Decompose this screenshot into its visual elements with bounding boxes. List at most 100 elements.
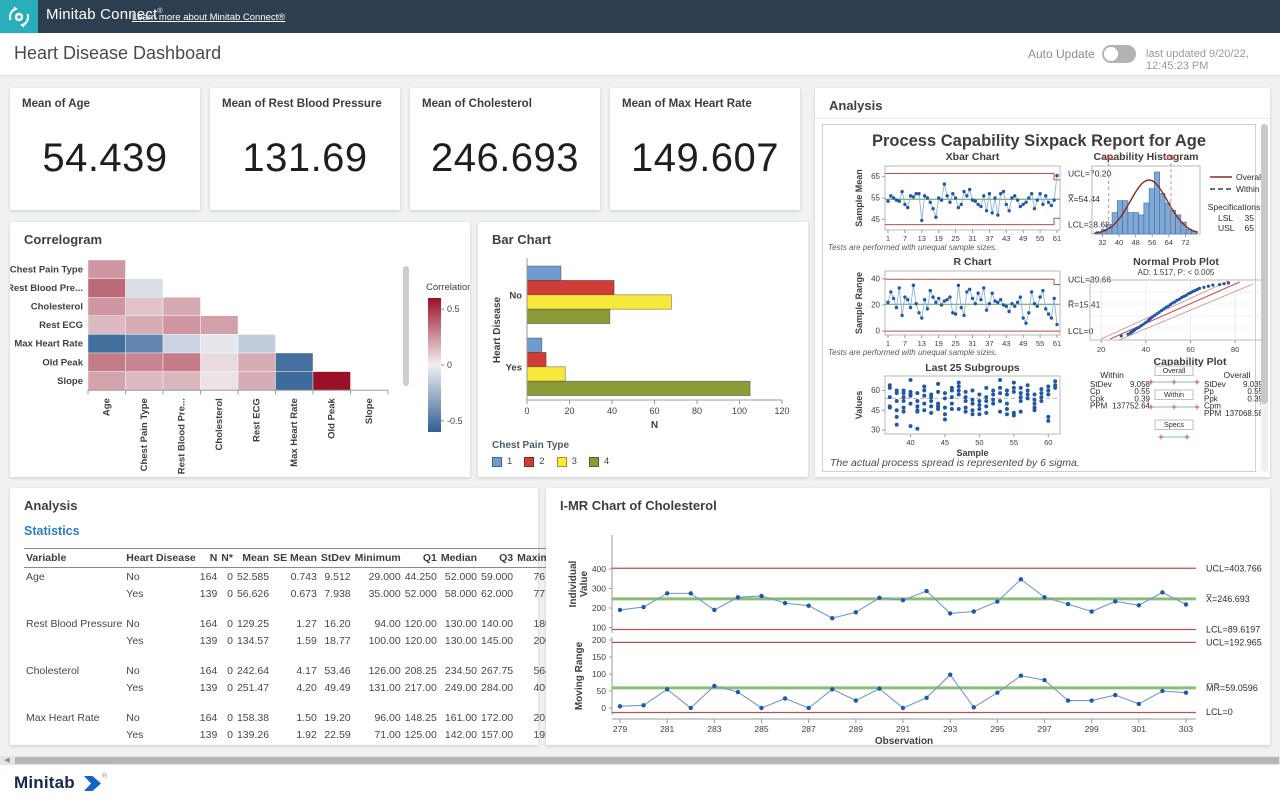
svg-text:64: 64 xyxy=(1165,238,1173,247)
statistics-link[interactable]: Statistics xyxy=(24,524,80,538)
table-cell: 94.00 xyxy=(353,615,403,632)
legend-swatch xyxy=(589,457,599,467)
page-title: Heart Disease Dashboard xyxy=(14,43,221,64)
svg-text:Sample Mean: Sample Mean xyxy=(854,169,864,227)
svg-text:1: 1 xyxy=(886,234,890,243)
scrollbar-thumb[interactable] xyxy=(15,757,1279,764)
kpi-value: 246.693 xyxy=(410,136,600,181)
table-cell: 129.25 xyxy=(235,615,271,632)
table-cell: 142.00 xyxy=(439,726,479,743)
table-cell: 217.00 xyxy=(403,679,439,696)
svg-text:Within: Within xyxy=(1100,370,1124,380)
table-cell: 4.20 xyxy=(271,679,319,696)
svg-text:No: No xyxy=(509,290,522,301)
table-cell: Yes xyxy=(124,632,197,649)
kpi-card-mean-max-hr: Mean of Max Heart Rate 149.607 xyxy=(610,88,800,210)
statistics-table-wrap: VariableHeart DiseaseNN*MeanSE MeanStDev… xyxy=(24,548,526,743)
svg-text:R̅=15.41: R̅=15.41 xyxy=(1068,299,1101,309)
svg-text:LCL=38.68: LCL=38.68 xyxy=(1068,220,1110,230)
svg-text:X̅=246.693: X̅=246.693 xyxy=(1206,594,1250,604)
table-cell: 4.17 xyxy=(271,662,319,679)
table-cell: 0.743 xyxy=(271,568,319,586)
legend-swatch xyxy=(492,457,502,467)
table-cell: 49.49 xyxy=(319,679,353,696)
legend-label: 4 xyxy=(604,456,609,467)
scrollbar-thumb[interactable] xyxy=(1261,124,1268,404)
table-cell: 44.250 xyxy=(403,568,439,586)
table-cell: 139 xyxy=(198,726,220,743)
table-cell: 1.27 xyxy=(271,615,319,632)
svg-text:60: 60 xyxy=(871,386,880,395)
svg-text:20: 20 xyxy=(871,300,880,309)
table-cell: 157.00 xyxy=(479,726,515,743)
svg-text:25: 25 xyxy=(951,339,959,348)
minitab-connect-logo[interactable] xyxy=(0,0,38,33)
table-cell xyxy=(24,726,124,743)
sixpack-report-chart: Process Capability Sixpack Report for Ag… xyxy=(822,124,1262,472)
scrollbar-thumb[interactable] xyxy=(403,266,409,386)
svg-text:Within: Within xyxy=(1164,390,1184,399)
divider xyxy=(815,118,1270,119)
legend-label: 3 xyxy=(572,456,577,467)
svg-text:200: 200 xyxy=(592,635,606,645)
svg-text:289: 289 xyxy=(849,724,863,734)
svg-text:Xbar Chart: Xbar Chart xyxy=(946,151,1000,163)
correlogram-heatmap: Chest Pain TypeRest Blood Pre...Choleste… xyxy=(10,250,470,475)
panel-correlogram: Correlogram Chest Pain TypeRest Blood Pr… xyxy=(10,222,470,477)
svg-text:N: N xyxy=(651,420,658,431)
last-updated-text: last updated 9/20/22, 12:45:23 PM xyxy=(1146,48,1280,72)
scroll-left-arrow[interactable]: ◀ xyxy=(0,756,14,765)
auto-update-toggle[interactable] xyxy=(1102,45,1136,63)
svg-text:X̿=54.44: X̿=54.44 xyxy=(1068,193,1100,204)
svg-text:61: 61 xyxy=(1053,339,1061,348)
svg-text:13: 13 xyxy=(918,339,926,348)
svg-text:UCL=403.766: UCL=403.766 xyxy=(1206,563,1262,573)
table-cell: 0 xyxy=(219,585,235,602)
table-cell: 125.00 xyxy=(403,726,439,743)
svg-text:49: 49 xyxy=(1019,339,1027,348)
svg-text:299: 299 xyxy=(1085,724,1099,734)
svg-text:45: 45 xyxy=(871,215,880,224)
column-header: Minimum xyxy=(353,549,403,568)
svg-text:80: 80 xyxy=(1231,345,1239,354)
column-header: Mean xyxy=(235,549,271,568)
svg-text:60: 60 xyxy=(649,406,659,416)
svg-text:M̅R̅=59.0596: M̅R̅=59.0596 xyxy=(1206,683,1258,693)
legend-item: 1 xyxy=(492,456,512,467)
svg-text:65: 65 xyxy=(1245,223,1255,233)
table-cell: 29.000 xyxy=(353,568,403,586)
table-cell: 9.512 xyxy=(319,568,353,586)
table-cell: 56.626 xyxy=(235,585,271,602)
svg-text:0: 0 xyxy=(876,327,881,336)
table-cell: 172.00 xyxy=(479,709,515,726)
column-header: Median xyxy=(439,549,479,568)
svg-text:19: 19 xyxy=(935,339,943,348)
svg-text:72: 72 xyxy=(1181,238,1189,247)
table-cell: 139.26 xyxy=(235,726,271,743)
svg-text:Individual: Individual xyxy=(568,560,579,607)
panel-imr-chart: I-MR Chart of Cholesterol 400300200100UC… xyxy=(546,488,1270,745)
table-cell: 59.000 xyxy=(479,568,515,586)
table-cell: 139 xyxy=(198,585,220,602)
svg-text:100: 100 xyxy=(592,623,606,633)
svg-text:281: 281 xyxy=(660,724,674,734)
horizontal-scrollbar: ◀ xyxy=(0,756,1280,765)
svg-text:45: 45 xyxy=(871,406,880,415)
svg-text:7: 7 xyxy=(903,339,907,348)
table-cell: 164 xyxy=(198,615,220,632)
svg-text:25: 25 xyxy=(951,234,959,243)
minitab-arrow-icon xyxy=(84,776,101,791)
table-cell: Yes xyxy=(124,585,197,602)
table-cell: 120.00 xyxy=(403,632,439,649)
svg-text:40: 40 xyxy=(871,274,880,283)
table-cell: 284.00 xyxy=(479,679,515,696)
panel-statistics: Analysis Statistics VariableHeart Diseas… xyxy=(10,488,538,745)
learn-more-link[interactable]: Learn more about Minitab Connect® xyxy=(132,12,285,23)
svg-text:Overall: Overall xyxy=(1163,366,1186,375)
svg-text:Process Capability Sixpack Rep: Process Capability Sixpack Report for Ag… xyxy=(872,132,1206,150)
table-cell: 139 xyxy=(198,632,220,649)
table-cell: 1.92 xyxy=(271,726,319,743)
table-cell: 145.00 xyxy=(479,632,515,649)
svg-text:Rest Blood Pre...: Rest Blood Pre... xyxy=(10,283,83,294)
svg-text:45: 45 xyxy=(941,438,949,447)
